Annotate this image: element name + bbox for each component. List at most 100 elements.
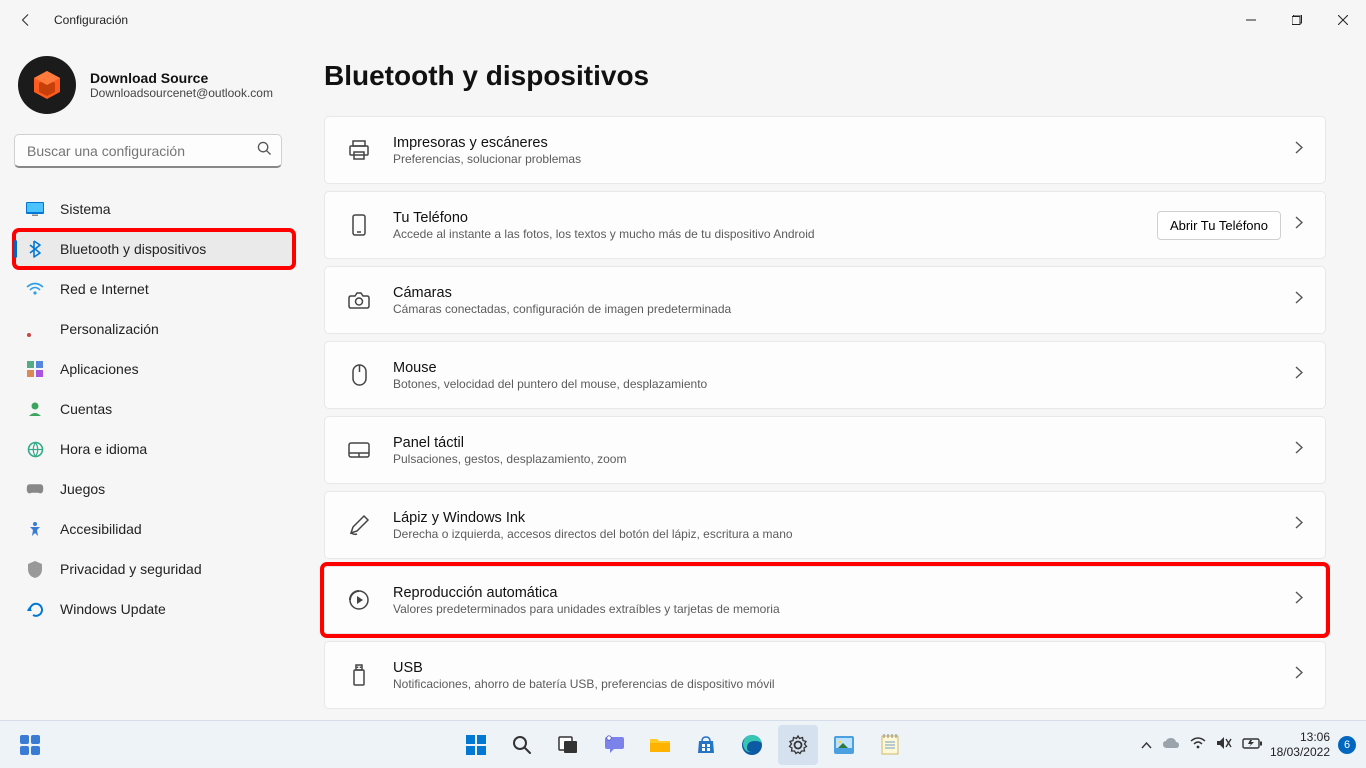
nav-accesibilidad[interactable]: Accesibilidad xyxy=(14,510,304,548)
card-subtitle: Notificaciones, ahorro de batería USB, p… xyxy=(393,677,1295,691)
search-box xyxy=(14,134,282,168)
card-reproduccion-automatica[interactable]: Reproducción automática Valores predeter… xyxy=(324,566,1326,634)
app-button-1[interactable] xyxy=(824,725,864,765)
chat-button[interactable] xyxy=(594,725,634,765)
chevron-right-icon xyxy=(1295,516,1303,534)
nav-hora[interactable]: Hora e idioma xyxy=(14,430,304,468)
nav-sistema[interactable]: Sistema xyxy=(14,190,304,228)
card-title: Tu Teléfono xyxy=(393,210,1157,226)
system-tray: 13:06 18/03/2022 6 xyxy=(1141,730,1356,760)
card-title: USB xyxy=(393,660,1295,676)
card-title: Panel táctil xyxy=(393,435,1295,451)
nav-label: Sistema xyxy=(60,201,111,217)
search-icon xyxy=(257,141,272,161)
update-icon xyxy=(26,600,44,618)
account-email: Downloadsourcenet@outlook.com xyxy=(90,86,273,100)
main-content: Bluetooth y dispositivos Impresoras y es… xyxy=(310,40,1366,720)
window-title: Configuración xyxy=(54,13,128,27)
nav-juegos[interactable]: Juegos xyxy=(14,470,304,508)
back-button[interactable] xyxy=(14,8,38,32)
nav-personalizacion[interactable]: Personalización xyxy=(14,310,304,348)
monitor-icon xyxy=(26,200,44,218)
card-usb[interactable]: USB Notificaciones, ahorro de batería US… xyxy=(324,641,1326,709)
card-subtitle: Cámaras conectadas, configuración de ima… xyxy=(393,302,1295,316)
open-phone-button[interactable]: Abrir Tu Teléfono xyxy=(1157,211,1281,240)
time: 13:06 xyxy=(1270,730,1330,745)
wifi-icon xyxy=(26,280,44,298)
store-button[interactable] xyxy=(686,725,726,765)
gamepad-icon xyxy=(26,480,44,498)
settings-app-button[interactable] xyxy=(778,725,818,765)
card-subtitle: Preferencias, solucionar problemas xyxy=(393,152,1295,166)
card-panel-tactil[interactable]: Panel táctil Pulsaciones, gestos, despla… xyxy=(324,416,1326,484)
wifi-tray-icon[interactable] xyxy=(1190,737,1206,752)
bluetooth-icon xyxy=(26,240,44,258)
nav-label: Bluetooth y dispositivos xyxy=(60,241,206,257)
nav-label: Accesibilidad xyxy=(60,521,142,537)
brush-icon xyxy=(26,320,44,338)
chevron-right-icon xyxy=(1295,366,1303,384)
card-subtitle: Pulsaciones, gestos, desplazamiento, zoo… xyxy=(393,452,1295,466)
nav-label: Personalización xyxy=(60,321,159,337)
printer-icon xyxy=(347,138,371,162)
card-lapiz[interactable]: Lápiz y Windows Ink Derecha o izquierda,… xyxy=(324,491,1326,559)
person-icon xyxy=(26,400,44,418)
notification-badge[interactable]: 6 xyxy=(1338,736,1356,754)
clock[interactable]: 13:06 18/03/2022 xyxy=(1270,730,1330,760)
card-camaras[interactable]: Cámaras Cámaras conectadas, configuració… xyxy=(324,266,1326,334)
titlebar: Configuración xyxy=(0,0,1366,40)
clock-globe-icon xyxy=(26,440,44,458)
account-name: Download Source xyxy=(90,70,273,86)
page-title: Bluetooth y dispositivos xyxy=(324,60,1326,92)
nav-aplicaciones[interactable]: Aplicaciones xyxy=(14,350,304,388)
window-controls xyxy=(1228,0,1366,40)
tray-chevron-icon[interactable] xyxy=(1141,738,1152,752)
minimize-button[interactable] xyxy=(1228,0,1274,40)
explorer-button[interactable] xyxy=(640,725,680,765)
chevron-right-icon xyxy=(1295,216,1303,234)
nav-cuentas[interactable]: Cuentas xyxy=(14,390,304,428)
nav-list: Sistema Bluetooth y dispositivos Red e I… xyxy=(14,190,304,628)
card-title: Cámaras xyxy=(393,285,1295,301)
nav-update[interactable]: Windows Update xyxy=(14,590,304,628)
account-info[interactable]: Download Source Downloadsourcenet@outloo… xyxy=(14,56,304,114)
nav-label: Cuentas xyxy=(60,401,112,417)
card-title: Mouse xyxy=(393,360,1295,376)
chevron-right-icon xyxy=(1295,141,1303,159)
onedrive-icon[interactable] xyxy=(1162,737,1180,752)
nav-label: Windows Update xyxy=(60,601,166,617)
card-title: Lápiz y Windows Ink xyxy=(393,510,1295,526)
battery-tray-icon[interactable] xyxy=(1242,738,1262,752)
card-subtitle: Derecha o izquierda, accesos directos de… xyxy=(393,527,1295,541)
chevron-right-icon xyxy=(1295,441,1303,459)
chevron-right-icon xyxy=(1295,291,1303,309)
card-subtitle: Valores predeterminados para unidades ex… xyxy=(393,602,1295,616)
date: 18/03/2022 xyxy=(1270,745,1330,760)
nav-red[interactable]: Red e Internet xyxy=(14,270,304,308)
search-input[interactable] xyxy=(14,134,282,168)
task-view-button[interactable] xyxy=(548,725,588,765)
mouse-icon xyxy=(347,363,371,387)
maximize-button[interactable] xyxy=(1274,0,1320,40)
phone-icon xyxy=(347,213,371,237)
start-button[interactable] xyxy=(456,725,496,765)
chevron-right-icon xyxy=(1295,591,1303,609)
nav-privacidad[interactable]: Privacidad y seguridad xyxy=(14,550,304,588)
nav-label: Red e Internet xyxy=(60,281,149,297)
apps-icon xyxy=(26,360,44,378)
card-subtitle: Botones, velocidad del puntero del mouse… xyxy=(393,377,1295,391)
shield-icon xyxy=(26,560,44,578)
taskbar-search-button[interactable] xyxy=(502,725,542,765)
card-mouse[interactable]: Mouse Botones, velocidad del puntero del… xyxy=(324,341,1326,409)
card-telefono[interactable]: Tu Teléfono Accede al instante a las fot… xyxy=(324,191,1326,259)
edge-button[interactable] xyxy=(732,725,772,765)
card-impresoras[interactable]: Impresoras y escáneres Preferencias, sol… xyxy=(324,116,1326,184)
notepad-button[interactable] xyxy=(870,725,910,765)
nav-bluetooth[interactable]: Bluetooth y dispositivos xyxy=(14,230,294,268)
nav-label: Privacidad y seguridad xyxy=(60,561,202,577)
close-button[interactable] xyxy=(1320,0,1366,40)
widgets-button[interactable] xyxy=(10,725,50,765)
nav-label: Hora e idioma xyxy=(60,441,147,457)
volume-tray-icon[interactable] xyxy=(1216,736,1232,753)
touchpad-icon xyxy=(347,438,371,462)
